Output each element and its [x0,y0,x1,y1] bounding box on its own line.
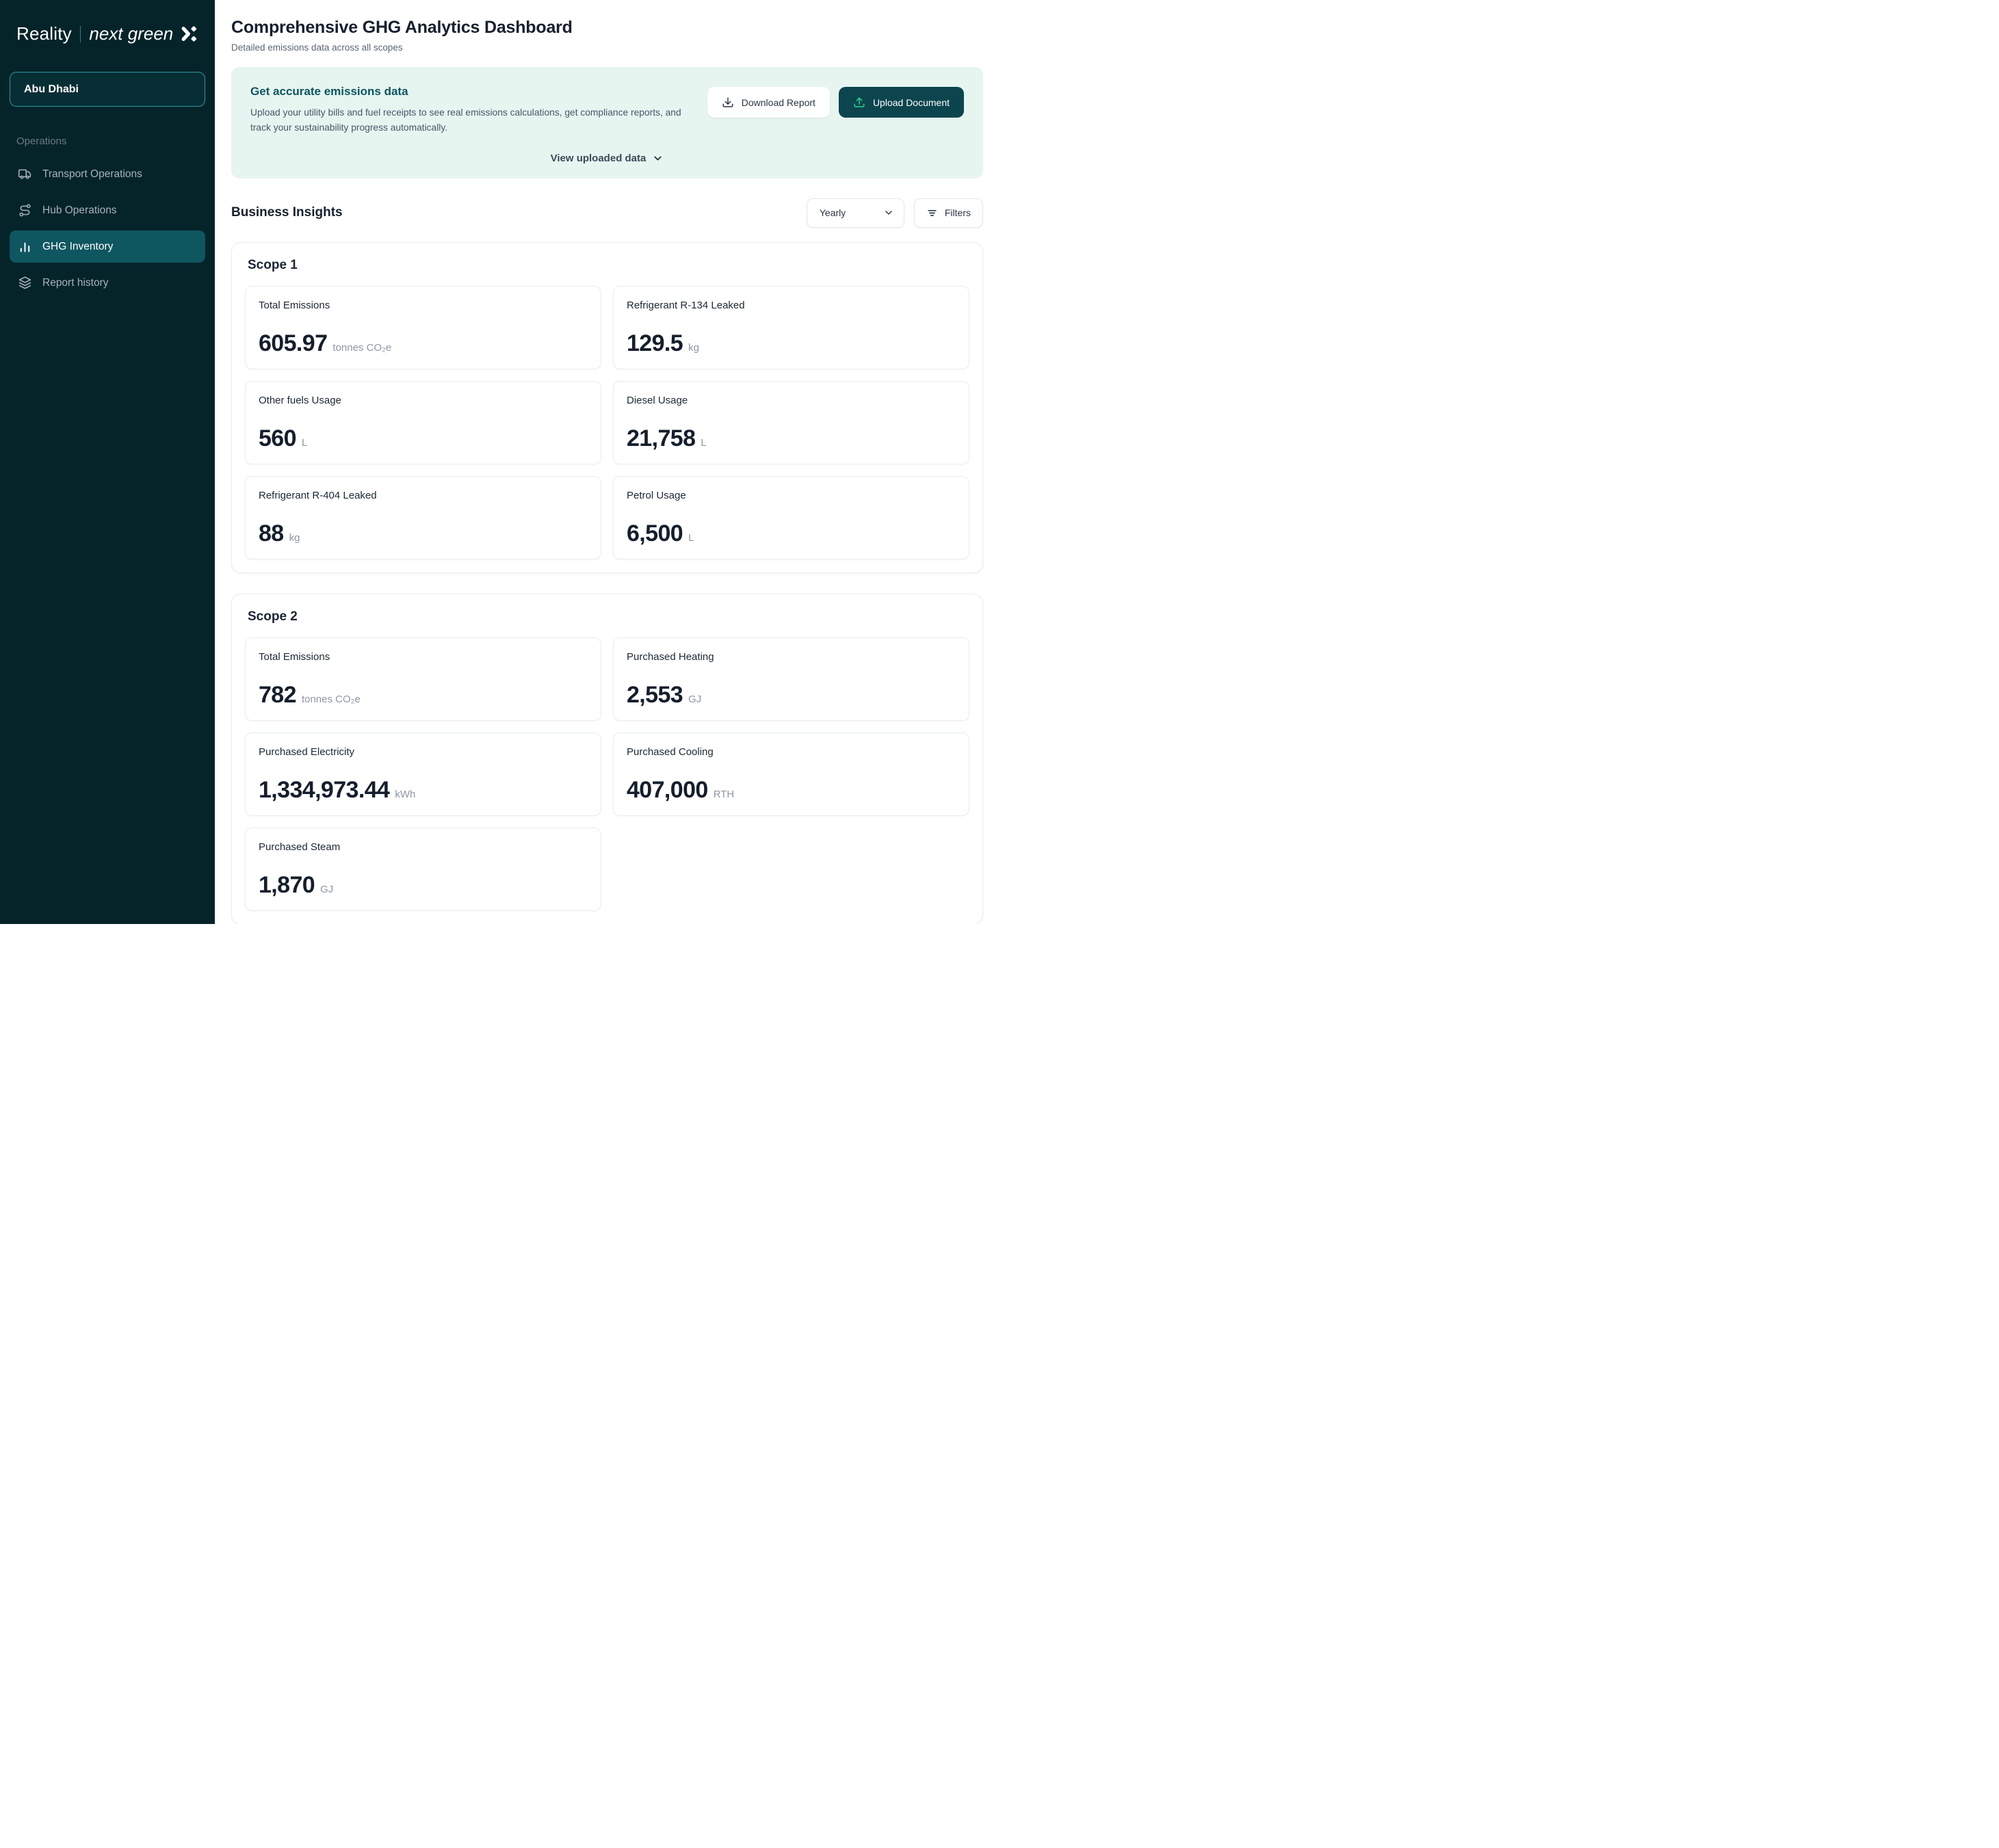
metric-value: 560 [259,425,296,452]
download-report-button[interactable]: Download Report [707,87,830,118]
sidebar-item-report-history[interactable]: Report history [10,267,205,299]
metric-value: 782 [259,682,296,709]
metric-unit: kWh [395,789,415,800]
view-uploaded-data-button[interactable]: View uploaded data [547,152,668,165]
metric-unit: kg [289,532,300,544]
metric-label: Purchased Heating [627,651,956,663]
metric-label: Refrigerant R-134 Leaked [627,300,956,311]
metric-value: 1,870 [259,872,315,899]
layers-icon [18,276,32,290]
metric-grid: Total Emissions 605.97 tonnes CO₂e Refri… [245,286,969,559]
metric-grid: Total Emissions 782 tonnes CO₂e Purchase… [245,637,969,911]
brand-separator [80,26,81,42]
upload-document-button[interactable]: Upload Document [839,87,964,118]
sidebar-item-hub-operations[interactable]: Hub Operations [10,194,205,226]
brand: Reality next green [0,0,215,44]
filters-label: Filters [945,207,971,218]
location-label: Abu Dhabi [24,83,79,96]
metric-value: 1,334,973.44 [259,777,389,804]
bar-chart-icon [18,239,32,254]
banner-description: Upload your utility bills and fuel recei… [250,105,691,135]
filters-button[interactable]: Filters [914,198,983,228]
sidebar-item-ghg-inventory[interactable]: GHG Inventory [10,230,205,263]
metric-label: Total Emissions [259,651,588,663]
metric-unit: tonnes CO₂e [302,694,361,705]
page-subtitle: Detailed emissions data across all scope… [231,42,983,53]
metric-card: Purchased Cooling 407,000 RTH [613,732,969,816]
metric-label: Purchased Cooling [627,746,956,758]
scopes-container: Scope 1 Total Emissions 605.97 tonnes CO… [231,242,983,924]
sidebar-item-transport-operations[interactable]: Transport Operations [10,158,205,190]
business-insights-title: Business Insights [231,205,343,220]
upload-document-label: Upload Document [873,97,950,108]
metric-card: Refrigerant R-404 Leaked 88 kg [245,476,601,559]
brand-reality-label: Reality [16,23,72,44]
chevron-down-icon [883,207,894,218]
insights-controls: Yearly Filters [807,198,983,228]
period-select-value: Yearly [820,207,846,218]
metric-value: 2,553 [627,682,683,709]
sidebar: Reality next green Abu Dhabi Operations … [0,0,215,924]
metric-label: Purchased Steam [259,841,588,853]
metric-unit: RTH [714,789,735,800]
metric-label: Refrigerant R-404 Leaked [259,490,588,501]
view-uploaded-data-label: View uploaded data [551,153,646,164]
metric-card: Purchased Heating 2,553 GJ [613,637,969,721]
metric-value: 6,500 [627,520,683,547]
metric-value: 88 [259,520,284,547]
metric-unit: GJ [320,884,333,895]
banner-actions: Download Report Upload Document [707,82,964,135]
metric-unit: tonnes CO₂e [332,342,391,354]
scope-title: Scope 2 [248,609,969,624]
metric-value: 407,000 [627,777,708,804]
chevron-down-icon [652,153,664,164]
sidebar-section-label: Operations [16,135,215,147]
metric-card: Total Emissions 782 tonnes CO₂e [245,637,601,721]
metric-card: Diesel Usage 21,758 L [613,381,969,464]
truck-icon [18,167,32,181]
metric-unit: kg [688,342,699,354]
brand-tagline-label: next green [89,23,173,44]
metric-card: Purchased Electricity 1,334,973.44 kWh [245,732,601,816]
scope-title: Scope 1 [248,258,969,273]
banner-title: Get accurate emissions data [250,85,691,98]
download-icon [722,96,734,109]
metric-card: Petrol Usage 6,500 L [613,476,969,559]
scope-1-section: Scope 1 Total Emissions 605.97 tonnes CO… [231,242,983,573]
metric-unit: L [302,437,307,449]
main-content: Comprehensive GHG Analytics Dashboard De… [215,0,1000,924]
scope-2-section: Scope 2 Total Emissions 782 tonnes CO₂e … [231,594,983,924]
metric-label: Purchased Electricity [259,746,588,758]
emissions-data-banner: Get accurate emissions data Upload your … [231,67,983,179]
sidebar-nav: Transport Operations Hub Operations GHG … [0,158,215,299]
metric-label: Diesel Usage [627,395,956,406]
metric-unit: L [701,437,706,449]
route-icon [18,203,32,217]
page-title: Comprehensive GHG Analytics Dashboard [231,18,983,38]
x-logo-icon [180,25,198,42]
metric-unit: GJ [688,694,701,705]
filter-icon [926,207,938,219]
metric-value: 605.97 [259,330,327,357]
metric-label: Total Emissions [259,300,588,311]
metric-card: Refrigerant R-134 Leaked 129.5 kg [613,286,969,369]
metric-card: Other fuels Usage 560 L [245,381,601,464]
business-insights-header: Business Insights Yearly Filters [231,198,983,228]
metric-card: Purchased Steam 1,870 GJ [245,828,601,911]
metric-value: 21,758 [627,425,695,452]
metric-label: Other fuels Usage [259,395,588,406]
app-root: Reality next green Abu Dhabi Operations … [0,0,1000,924]
period-select[interactable]: Yearly [807,198,904,228]
metric-value: 129.5 [627,330,683,357]
metric-card: Total Emissions 605.97 tonnes CO₂e [245,286,601,369]
download-report-label: Download Report [742,97,815,108]
upload-icon [853,96,865,109]
metric-unit: L [688,532,694,544]
location-selector[interactable]: Abu Dhabi [10,72,205,107]
metric-label: Petrol Usage [627,490,956,501]
